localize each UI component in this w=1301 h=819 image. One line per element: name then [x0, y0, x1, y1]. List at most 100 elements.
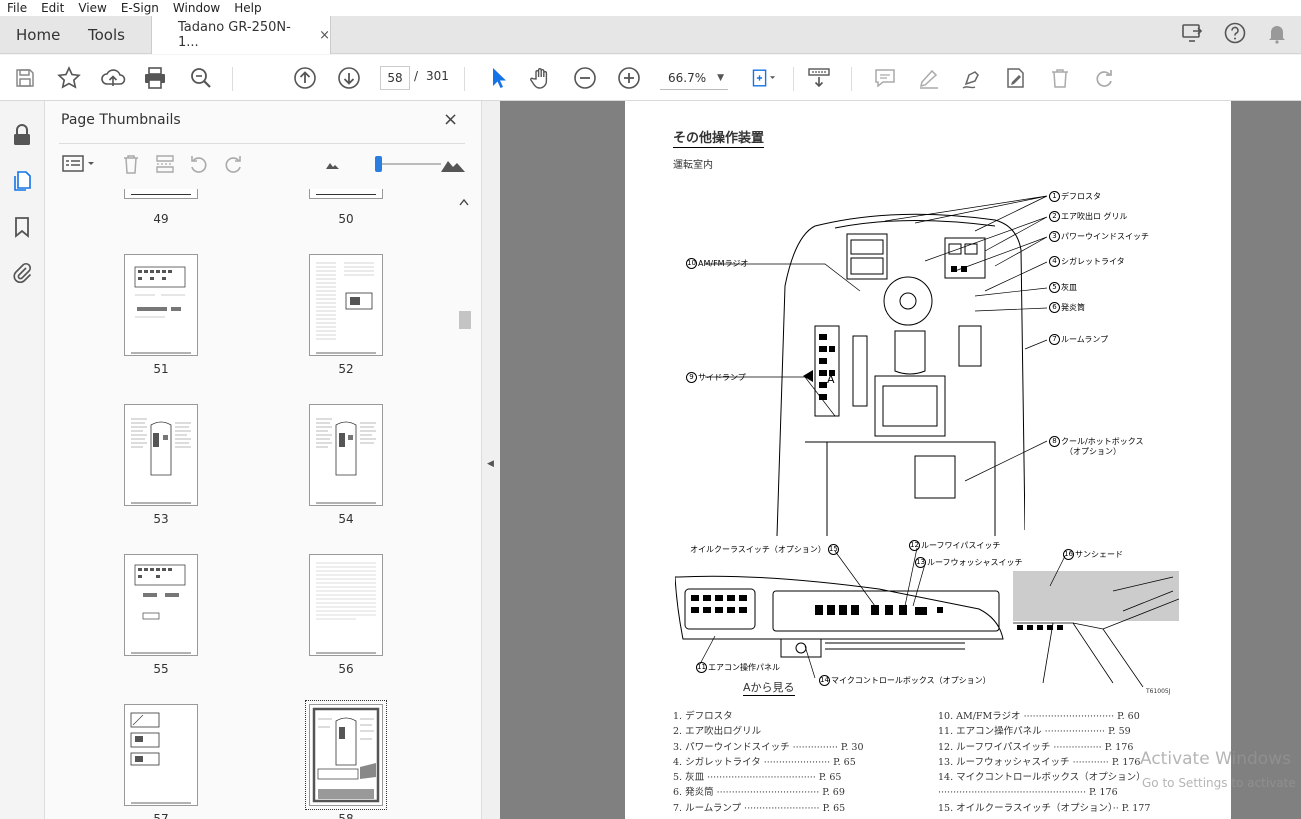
rotate-right-icon[interactable] — [221, 152, 245, 176]
print-icon[interactable] — [142, 65, 168, 91]
thumbnail-page[interactable] — [309, 189, 383, 199]
callout-ashtray: 5 灰皿 — [1049, 282, 1077, 293]
lock-icon[interactable] — [10, 123, 34, 147]
thumbnail-page[interactable] — [124, 554, 198, 656]
panel-close-icon[interactable]: × — [443, 109, 458, 130]
legend-item[interactable]: 13. ルーフウォッシャスイッチ ············ P. 176 — [938, 755, 1150, 770]
thumbnail-page[interactable] — [124, 704, 198, 806]
thumbnail-page-number: 55 — [153, 662, 169, 676]
callout-side-lamp: 9 サイドランプ — [686, 372, 746, 383]
legend-item: 1. デフロスタ — [673, 711, 733, 722]
thumbnail-large-icon[interactable] — [439, 152, 467, 176]
chevron-down-icon: ▼ — [717, 73, 724, 83]
legend-item[interactable]: 3. パワーウインドスイッチ ··············· P. 30 — [673, 740, 864, 755]
hand-tool-icon[interactable] — [528, 65, 554, 91]
pdf-page: その他操作装置 運転室内 A 1 デフロスタ 2 エア吹出ロ グリル 3 パワー… — [625, 101, 1231, 819]
zoom-out-icon[interactable] — [572, 65, 598, 91]
attachment-paperclip-icon[interactable] — [10, 261, 34, 285]
previous-page-icon[interactable] — [292, 65, 318, 91]
legend-item[interactable]: 15. オイルクーラスイッチ（オプション）·· P. 177 — [938, 801, 1150, 816]
bookmark-star-icon[interactable] — [56, 65, 82, 91]
panel-collapse-handle[interactable]: ◀ — [481, 101, 500, 819]
thumbnail-page[interactable] — [309, 404, 383, 506]
callout-mic-control-box: 14 マイクコントロールボックス（オプション） — [819, 675, 991, 686]
thumbnail-size-slider[interactable] — [379, 163, 441, 165]
menu-view[interactable]: View — [71, 1, 113, 15]
draw-pen-icon[interactable] — [959, 65, 985, 91]
menu-window[interactable]: Window — [166, 1, 227, 15]
callout-cigarette-lighter: 4 シガレットライタ — [1049, 256, 1125, 267]
next-page-icon[interactable] — [336, 65, 362, 91]
menu-file[interactable]: File — [0, 1, 34, 15]
page-number-input[interactable]: 58 — [380, 66, 410, 90]
help-icon[interactable] — [1223, 21, 1247, 45]
callout-oil-cooler-switch: オイルクーラスイッチ（オプション） 15 — [690, 544, 839, 555]
scroll-mode-icon[interactable] — [806, 65, 832, 91]
legend-item[interactable]: 12. ルーフワイパスイッチ ················ P. 176 — [938, 740, 1150, 755]
legend-item[interactable]: 7. ルームランプ ························· P. 6… — [673, 801, 864, 816]
tab-bar: Home Tools Tadano GR-250N-1... × — [0, 16, 1301, 54]
legend-item[interactable]: 6. 発炎筒 ·································… — [673, 785, 864, 800]
delete-page-icon[interactable] — [119, 152, 143, 176]
menu-esign[interactable]: E-Sign — [114, 1, 166, 15]
tab-tools[interactable]: Tools — [88, 16, 125, 54]
bookmark-icon[interactable] — [10, 215, 34, 239]
thumbnail-page[interactable] — [309, 554, 383, 656]
rotate-left-icon[interactable] — [187, 152, 211, 176]
edit-text-icon[interactable] — [1003, 65, 1029, 91]
thumbnail-page-selected[interactable] — [305, 700, 387, 810]
thumbnail-page[interactable] — [309, 254, 383, 356]
menu-edit[interactable]: Edit — [34, 1, 71, 15]
thumbnail-page-number: 51 — [153, 362, 169, 376]
thumbnail-size-slider-handle[interactable] — [375, 156, 382, 172]
toolbar-divider — [232, 67, 233, 91]
callout-roof-washer-switch: 13 ルーフウォッシャスイッチ — [915, 557, 1023, 568]
menu-help[interactable]: Help — [227, 1, 268, 15]
thumbnail-options-icon[interactable] — [61, 152, 97, 176]
callout-air-grille: 2 エア吹出ロ グリル — [1049, 211, 1128, 222]
zoom-search-icon[interactable] — [188, 65, 214, 91]
thumbnail-scrollbar[interactable] — [457, 196, 471, 819]
tab-document-label: Tadano GR-250N-1... — [178, 20, 291, 50]
comment-icon[interactable] — [872, 65, 898, 91]
redo-icon[interactable] — [1091, 65, 1117, 91]
tab-document[interactable]: Tadano GR-250N-1... × — [151, 16, 331, 54]
callout-sunshade: 16 サンシェード — [1063, 549, 1123, 560]
fit-page-icon[interactable] — [750, 65, 776, 91]
thumbnail-page[interactable] — [124, 189, 198, 199]
thumbnail-page-number: 57 — [153, 812, 169, 819]
legend-item[interactable]: 5. 灰皿 ··································… — [673, 770, 864, 785]
thumbnail-page[interactable] — [124, 404, 198, 506]
callout-defroster: 1 デフロスタ — [1049, 191, 1101, 202]
thumbnail-page-number: 52 — [338, 362, 354, 376]
scrollbar-thumb[interactable] — [459, 311, 471, 329]
toolbar-divider — [851, 67, 852, 91]
legend-item[interactable]: 11. エアコン操作パネル ···················· P. 59 — [938, 724, 1150, 739]
upload-cloud-icon[interactable] — [100, 65, 126, 91]
tab-close-icon[interactable]: × — [319, 28, 330, 43]
select-cursor-icon[interactable] — [485, 65, 511, 91]
extract-page-icon[interactable] — [153, 152, 177, 176]
share-screen-icon[interactable] — [1181, 21, 1205, 45]
main-toolbar: 58 / 301 66.7% ▼ — [0, 55, 1301, 101]
notification-bell-icon[interactable] — [1265, 21, 1289, 45]
figure-code: T61005J — [1146, 688, 1171, 695]
legend-item[interactable]: 4. シガレットライタ ······················ P. 65 — [673, 755, 864, 770]
legend-item: 14. マイクコントロールボックス（オプション） — [938, 772, 1146, 784]
legend-item[interactable]: 10. AM/FMラジオ ···························… — [938, 709, 1150, 724]
activation-watermark-sub: Go to Settings to activate — [1142, 776, 1296, 790]
zoom-level-select[interactable]: 66.7% ▼ — [660, 66, 728, 90]
thumbnail-page[interactable] — [124, 254, 198, 356]
thumbnail-small-icon[interactable] — [321, 152, 345, 176]
save-icon[interactable] — [12, 65, 38, 91]
legend-item[interactable]: ········································… — [938, 785, 1150, 800]
collapse-left-icon: ◀ — [487, 459, 494, 469]
document-viewer[interactable]: その他操作装置 運転室内 A 1 デフロスタ 2 エア吹出ロ グリル 3 パワー… — [500, 101, 1301, 819]
tab-home[interactable]: Home — [16, 16, 60, 54]
zoom-in-icon[interactable] — [616, 65, 642, 91]
highlight-pen-icon[interactable] — [916, 65, 942, 91]
pages-icon[interactable] — [10, 169, 34, 193]
scroll-up-arrow-icon[interactable] — [459, 198, 469, 206]
delete-icon[interactable] — [1047, 65, 1073, 91]
doc-section-title: その他操作装置 — [673, 127, 765, 148]
